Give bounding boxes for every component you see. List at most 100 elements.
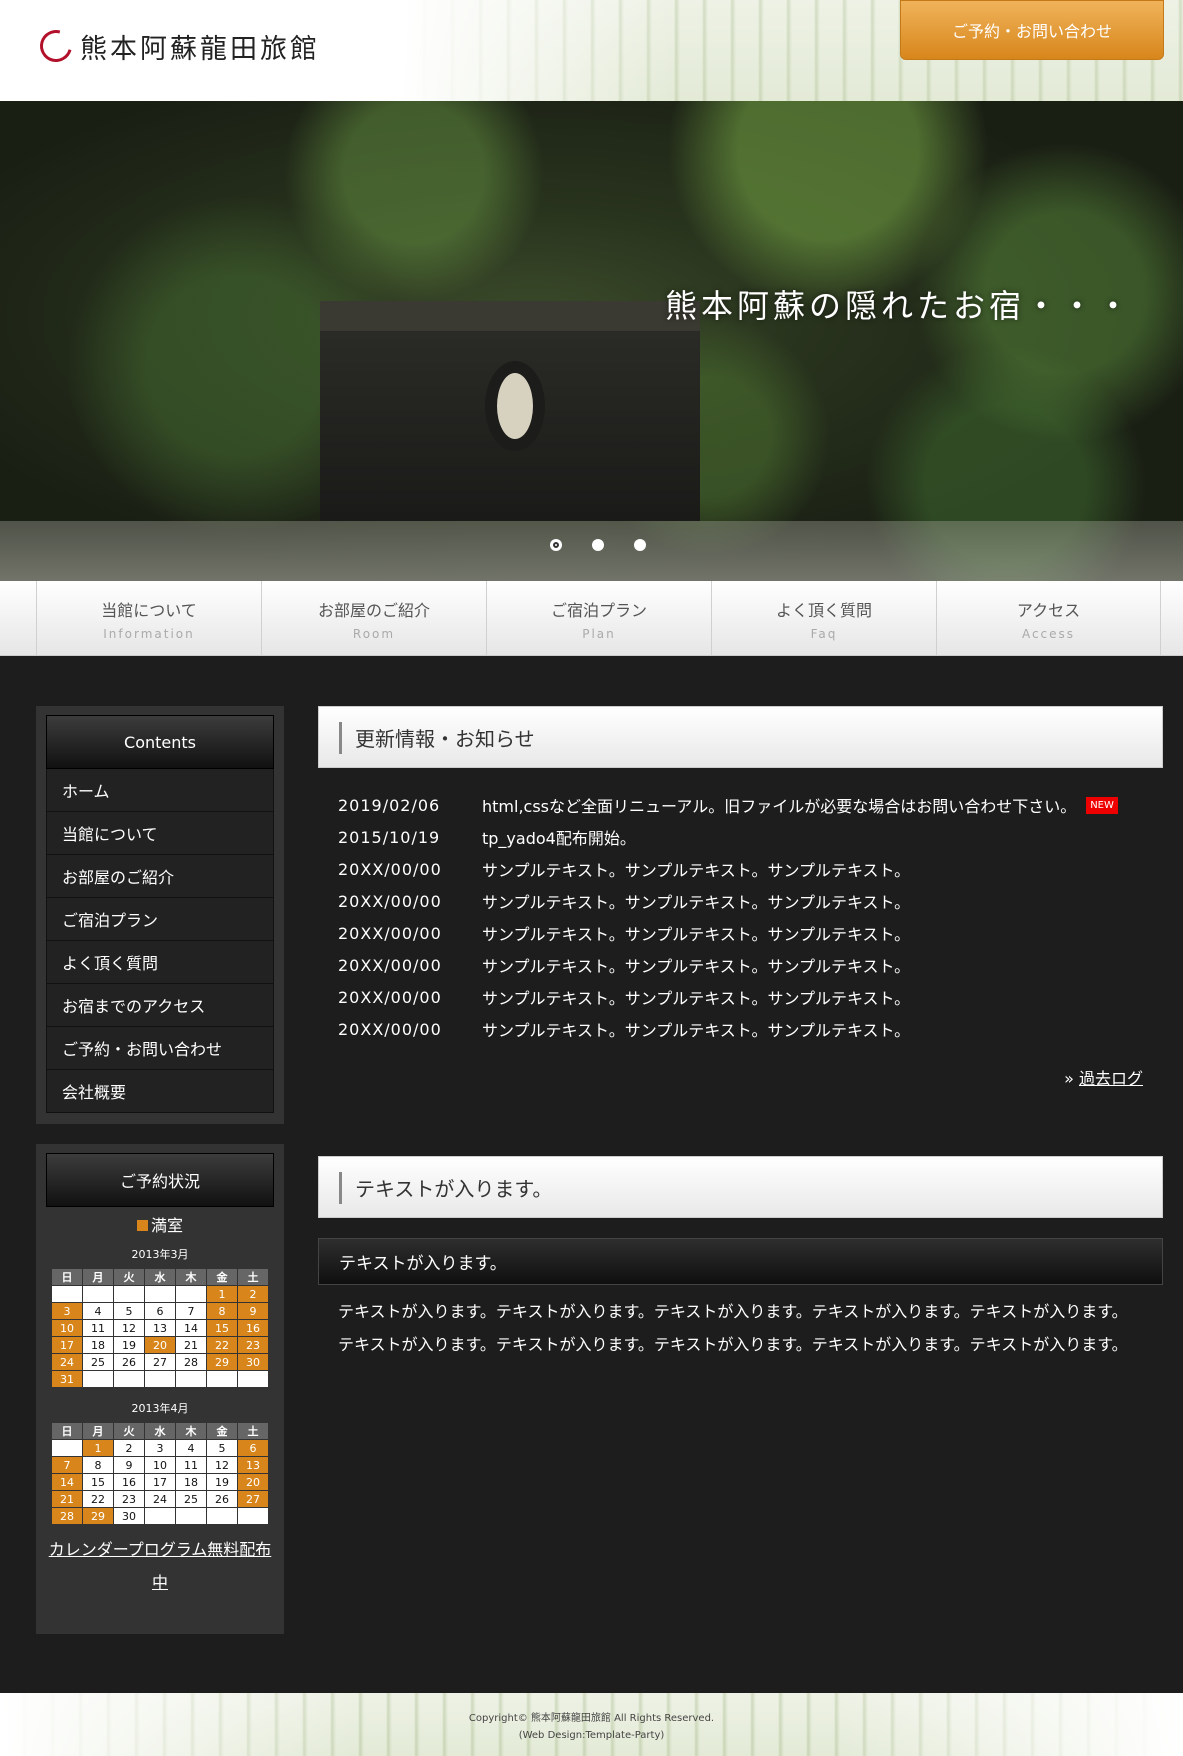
calendar-day[interactable]: 12: [206, 1456, 238, 1474]
calendar-day[interactable]: 24: [144, 1490, 176, 1508]
calendar-day[interactable]: 13: [144, 1319, 176, 1337]
calendar-day[interactable]: 21: [51, 1490, 83, 1508]
weekday-header: 月: [82, 1422, 114, 1440]
calendar-day[interactable]: 17: [144, 1473, 176, 1491]
calendar-day[interactable]: 3: [51, 1302, 83, 1320]
calendar-day[interactable]: 14: [175, 1319, 207, 1337]
calendar-day[interactable]: 5: [206, 1439, 238, 1457]
calendar-day[interactable]: 25: [82, 1353, 114, 1371]
calendar-day[interactable]: 3: [144, 1439, 176, 1457]
nav-item-information[interactable]: 当館について Information: [36, 581, 261, 656]
calendar-day: [113, 1285, 145, 1303]
calendar-day[interactable]: 29: [206, 1353, 238, 1371]
calendar-day[interactable]: 4: [82, 1302, 114, 1320]
calendar-day[interactable]: 24: [51, 1353, 83, 1371]
calendar-day[interactable]: 5: [113, 1302, 145, 1320]
calendar-day: [51, 1439, 83, 1457]
nav-item-label: アクセス: [1016, 600, 1081, 620]
calendar-day[interactable]: 4: [175, 1439, 207, 1457]
sidebar-item-rooms[interactable]: お部屋のご紹介: [46, 855, 274, 898]
calendar-day[interactable]: 18: [82, 1336, 114, 1354]
calendar-day[interactable]: 7: [51, 1456, 83, 1474]
calendar-day[interactable]: 30: [237, 1353, 269, 1371]
logo-text: 熊本阿蘇龍田旅館: [80, 33, 320, 65]
calendar-day[interactable]: 28: [175, 1353, 207, 1371]
reserve-contact-button[interactable]: ご予約・お問い合わせ: [900, 0, 1164, 60]
calendar-day[interactable]: 2: [237, 1285, 269, 1303]
calendar-day[interactable]: 23: [113, 1490, 145, 1508]
calendar-day[interactable]: 27: [144, 1353, 176, 1371]
calendar-day[interactable]: 29: [82, 1507, 114, 1525]
calendar-program-link[interactable]: カレンダープログラム無料配布中: [46, 1533, 274, 1599]
past-log: » 過去ログ: [1064, 1065, 1143, 1089]
calendar-day[interactable]: 16: [113, 1473, 145, 1491]
calendar-day[interactable]: 25: [175, 1490, 207, 1508]
news-item: 20XX/00/00 サンプルテキスト。サンプルテキスト。サンプルテキスト。: [338, 917, 1158, 949]
calendar-day[interactable]: 19: [206, 1473, 238, 1491]
weekday-header: 土: [237, 1268, 269, 1286]
nav-item-access[interactable]: アクセス Access: [936, 581, 1161, 656]
calendar-day[interactable]: 23: [237, 1336, 269, 1354]
calendar-day: [82, 1285, 114, 1303]
calendar-day[interactable]: 6: [237, 1439, 269, 1457]
site-logo[interactable]: 熊本阿蘇龍田旅館: [34, 24, 320, 68]
calendar-day: [82, 1370, 114, 1388]
calendar-day[interactable]: 17: [51, 1336, 83, 1354]
calendar-day: [237, 1507, 269, 1525]
sidebar-item-company[interactable]: 会社概要: [46, 1070, 274, 1113]
calendar-day[interactable]: 13: [237, 1456, 269, 1474]
calendar-day[interactable]: 15: [206, 1319, 238, 1337]
calendar-day[interactable]: 10: [51, 1319, 83, 1337]
sidebar-item-faq[interactable]: よく頂く質問: [46, 941, 274, 984]
nav-item-room[interactable]: お部屋のご紹介 Room: [261, 581, 486, 656]
calendar-day[interactable]: 27: [237, 1490, 269, 1508]
calendar-day[interactable]: 28: [51, 1507, 83, 1525]
past-log-arrow-icon: »: [1064, 1069, 1074, 1088]
calendar-day[interactable]: 9: [113, 1456, 145, 1474]
calendar-day: [175, 1285, 207, 1303]
news-heading-text: 更新情報・お知らせ: [355, 726, 535, 751]
calendar-day[interactable]: 1: [82, 1439, 114, 1457]
calendar-day[interactable]: 15: [82, 1473, 114, 1491]
calendar-day[interactable]: 31: [51, 1370, 83, 1388]
calendar-day[interactable]: 6: [144, 1302, 176, 1320]
calendar-day[interactable]: 12: [113, 1319, 145, 1337]
calendar-day[interactable]: 2: [113, 1439, 145, 1457]
sidebar-item-home[interactable]: ホーム: [46, 769, 274, 812]
calendar-day[interactable]: 22: [206, 1336, 238, 1354]
calendar-day[interactable]: 10: [144, 1456, 176, 1474]
nav-item-label: お部屋のご紹介: [317, 600, 430, 620]
slide-dot-1[interactable]: [550, 539, 562, 551]
nav-item-plan[interactable]: ご宿泊プラン Plan: [486, 581, 711, 656]
calendar-list: 2013年3月日月火水木金土 1 2 3 4 5 6 7 8 9 10 11 12 13 14 15 16 17 1…: [46, 1246, 274, 1525]
calendar-day[interactable]: 26: [113, 1353, 145, 1371]
calendar-day[interactable]: 8: [82, 1456, 114, 1474]
calendar-day[interactable]: 20: [144, 1336, 176, 1354]
sidebar-item-contact[interactable]: ご予約・お問い合わせ: [46, 1027, 274, 1070]
calendar-day[interactable]: 21: [175, 1336, 207, 1354]
calendar-day[interactable]: 7: [175, 1302, 207, 1320]
calendar-caption: 2013年3月: [131, 1248, 189, 1261]
calendar-day[interactable]: 26: [206, 1490, 238, 1508]
calendar-day[interactable]: 20: [237, 1473, 269, 1491]
calendar-day[interactable]: 19: [113, 1336, 145, 1354]
sidebar-item-plans[interactable]: ご宿泊プラン: [46, 898, 274, 941]
nav-item-sub: Faq: [810, 626, 838, 641]
sidebar-item-access[interactable]: お宿までのアクセス: [46, 984, 274, 1027]
calendar-day[interactable]: 18: [175, 1473, 207, 1491]
footer-credit[interactable]: (Web Design:Template-Party): [0, 1730, 1183, 1741]
calendar-day[interactable]: 30: [113, 1507, 145, 1525]
calendar-day[interactable]: 11: [175, 1456, 207, 1474]
past-log-link[interactable]: 過去ログ: [1079, 1069, 1143, 1088]
calendar-day[interactable]: 16: [237, 1319, 269, 1337]
calendar-day[interactable]: 9: [237, 1302, 269, 1320]
slide-dot-3[interactable]: [634, 539, 646, 551]
calendar-day[interactable]: 8: [206, 1302, 238, 1320]
calendar-day[interactable]: 11: [82, 1319, 114, 1337]
slide-dot-2[interactable]: [592, 539, 604, 551]
nav-item-faq[interactable]: よく頂く質問 Faq: [711, 581, 936, 656]
calendar-day[interactable]: 22: [82, 1490, 114, 1508]
calendar-day[interactable]: 14: [51, 1473, 83, 1491]
calendar-day[interactable]: 1: [206, 1285, 238, 1303]
sidebar-item-about[interactable]: 当館について: [46, 812, 274, 855]
